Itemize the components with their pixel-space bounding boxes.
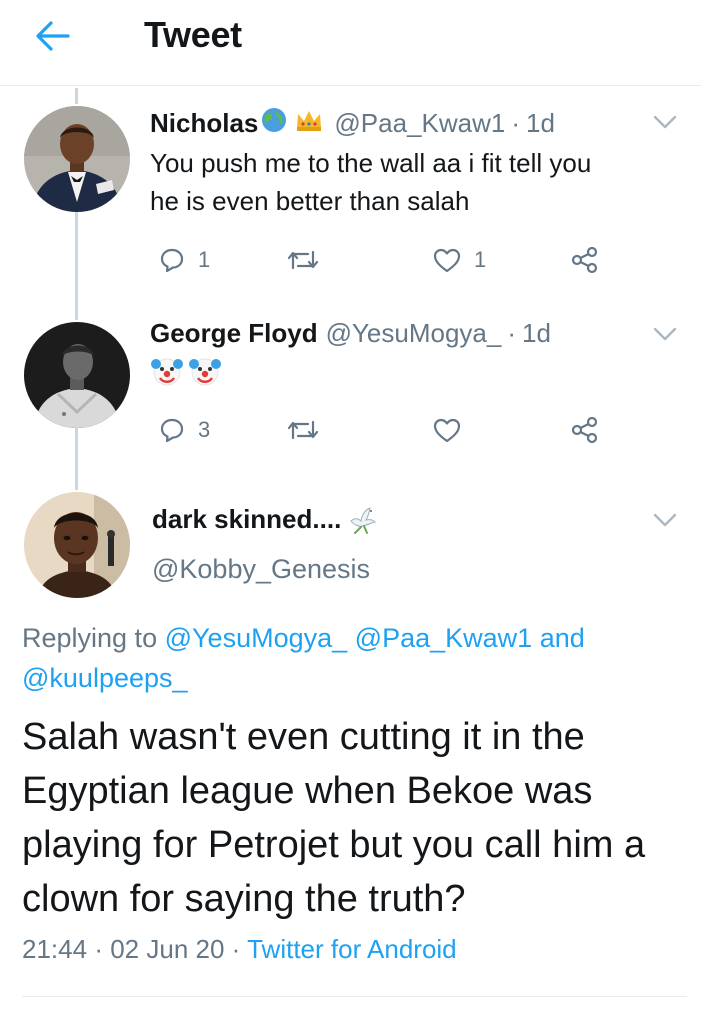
retweet-button[interactable] (286, 240, 320, 280)
mention-and[interactable]: and (540, 623, 585, 653)
display-name[interactable]: dark skinned.... (152, 504, 341, 535)
chevron-down-icon[interactable] (651, 324, 679, 344)
top-app-bar: Tweet (0, 0, 701, 86)
chevron-down-icon[interactable] (651, 112, 679, 132)
main-tweet-author: dark skinned.... (152, 504, 377, 535)
heart-icon (433, 418, 461, 443)
clown-face-icon (151, 358, 183, 386)
avatar[interactable] (24, 492, 130, 598)
display-name[interactable]: Nicholas (150, 108, 258, 139)
tweet-timestamp: 21:44 (22, 934, 88, 964)
tweet-actions: 3 (150, 410, 620, 450)
tweet-meta: 21:44 · 02 Jun 20 · Twitter for Android (22, 934, 457, 965)
tweet-text-line: he is even better than salah (150, 186, 470, 216)
user-handle[interactable]: @YesuMogya_ (326, 318, 502, 349)
arrow-left-icon (36, 21, 70, 51)
thread-connector-line (75, 88, 78, 104)
dove-icon (350, 506, 377, 534)
user-handle[interactable]: @Paa_Kwaw1 (334, 108, 505, 139)
retweet-icon (287, 420, 319, 440)
share-icon (571, 416, 598, 444)
user-handle[interactable]: @Kobby_Genesis (152, 554, 370, 585)
share-icon (571, 246, 598, 274)
tweet-header: Nicholas @Paa_Kwaw1 · 1d (150, 106, 555, 141)
avatar[interactable] (24, 106, 130, 212)
reply-icon (160, 418, 184, 443)
tweet-time[interactable]: 1d (526, 108, 555, 139)
separator-dot: · (94, 934, 103, 964)
divider (22, 996, 687, 997)
tweet-text (150, 354, 222, 388)
reply-icon (160, 248, 184, 273)
share-button[interactable] (570, 410, 600, 450)
back-button[interactable] (30, 18, 74, 54)
clown-face-icon (189, 358, 221, 386)
separator-dot: · (231, 934, 241, 964)
mention-link[interactable]: @YesuMogya_ (165, 623, 348, 653)
retweet-button[interactable] (286, 410, 320, 450)
separator-dot: · (507, 318, 517, 348)
share-button[interactable] (570, 240, 600, 280)
separator-dot: · (511, 108, 520, 138)
page-title: Tweet (144, 14, 242, 55)
display-name[interactable]: George Floyd (150, 318, 318, 349)
avatar[interactable] (24, 322, 130, 428)
replying-prefix: Replying to (22, 623, 158, 653)
mention-link[interactable]: @kuulpeeps_ (22, 663, 188, 693)
tweet-time[interactable]: 1d (522, 318, 551, 349)
reply-count: 1 (198, 247, 211, 272)
thread-connector-line (75, 428, 78, 490)
thread-connector-line (75, 212, 78, 320)
tweet-header: George Floyd @YesuMogya_ · 1d (150, 318, 551, 349)
globe-icon (260, 106, 288, 141)
replying-to: Replying to @YesuMogya_ @Paa_Kwaw1 and @… (22, 618, 672, 698)
reply-button[interactable]: 1 (158, 240, 210, 280)
retweet-icon (287, 250, 319, 270)
tweet-date: 02 Jun 20 (110, 934, 225, 964)
tweet-text: You push me to the wall aa i fit tell yo… (150, 144, 591, 220)
main-tweet-text: Salah wasn't even cutting it in the Egyp… (22, 716, 646, 920)
tweet-text-line: You push me to the wall aa i fit tell yo… (150, 148, 592, 178)
like-button[interactable]: 1 (432, 240, 486, 280)
heart-icon (433, 248, 461, 273)
tweet-source-link[interactable]: Twitter for Android (247, 934, 457, 964)
like-button[interactable] (432, 410, 462, 450)
reply-button[interactable]: 3 (158, 410, 210, 450)
like-count: 1 (474, 247, 487, 272)
chevron-down-icon[interactable] (651, 510, 679, 530)
mention-link[interactable]: @Paa_Kwaw1 (355, 623, 533, 653)
tweet-actions: 1 1 (150, 240, 620, 280)
crown-icon (294, 107, 324, 140)
reply-count: 3 (198, 417, 211, 442)
